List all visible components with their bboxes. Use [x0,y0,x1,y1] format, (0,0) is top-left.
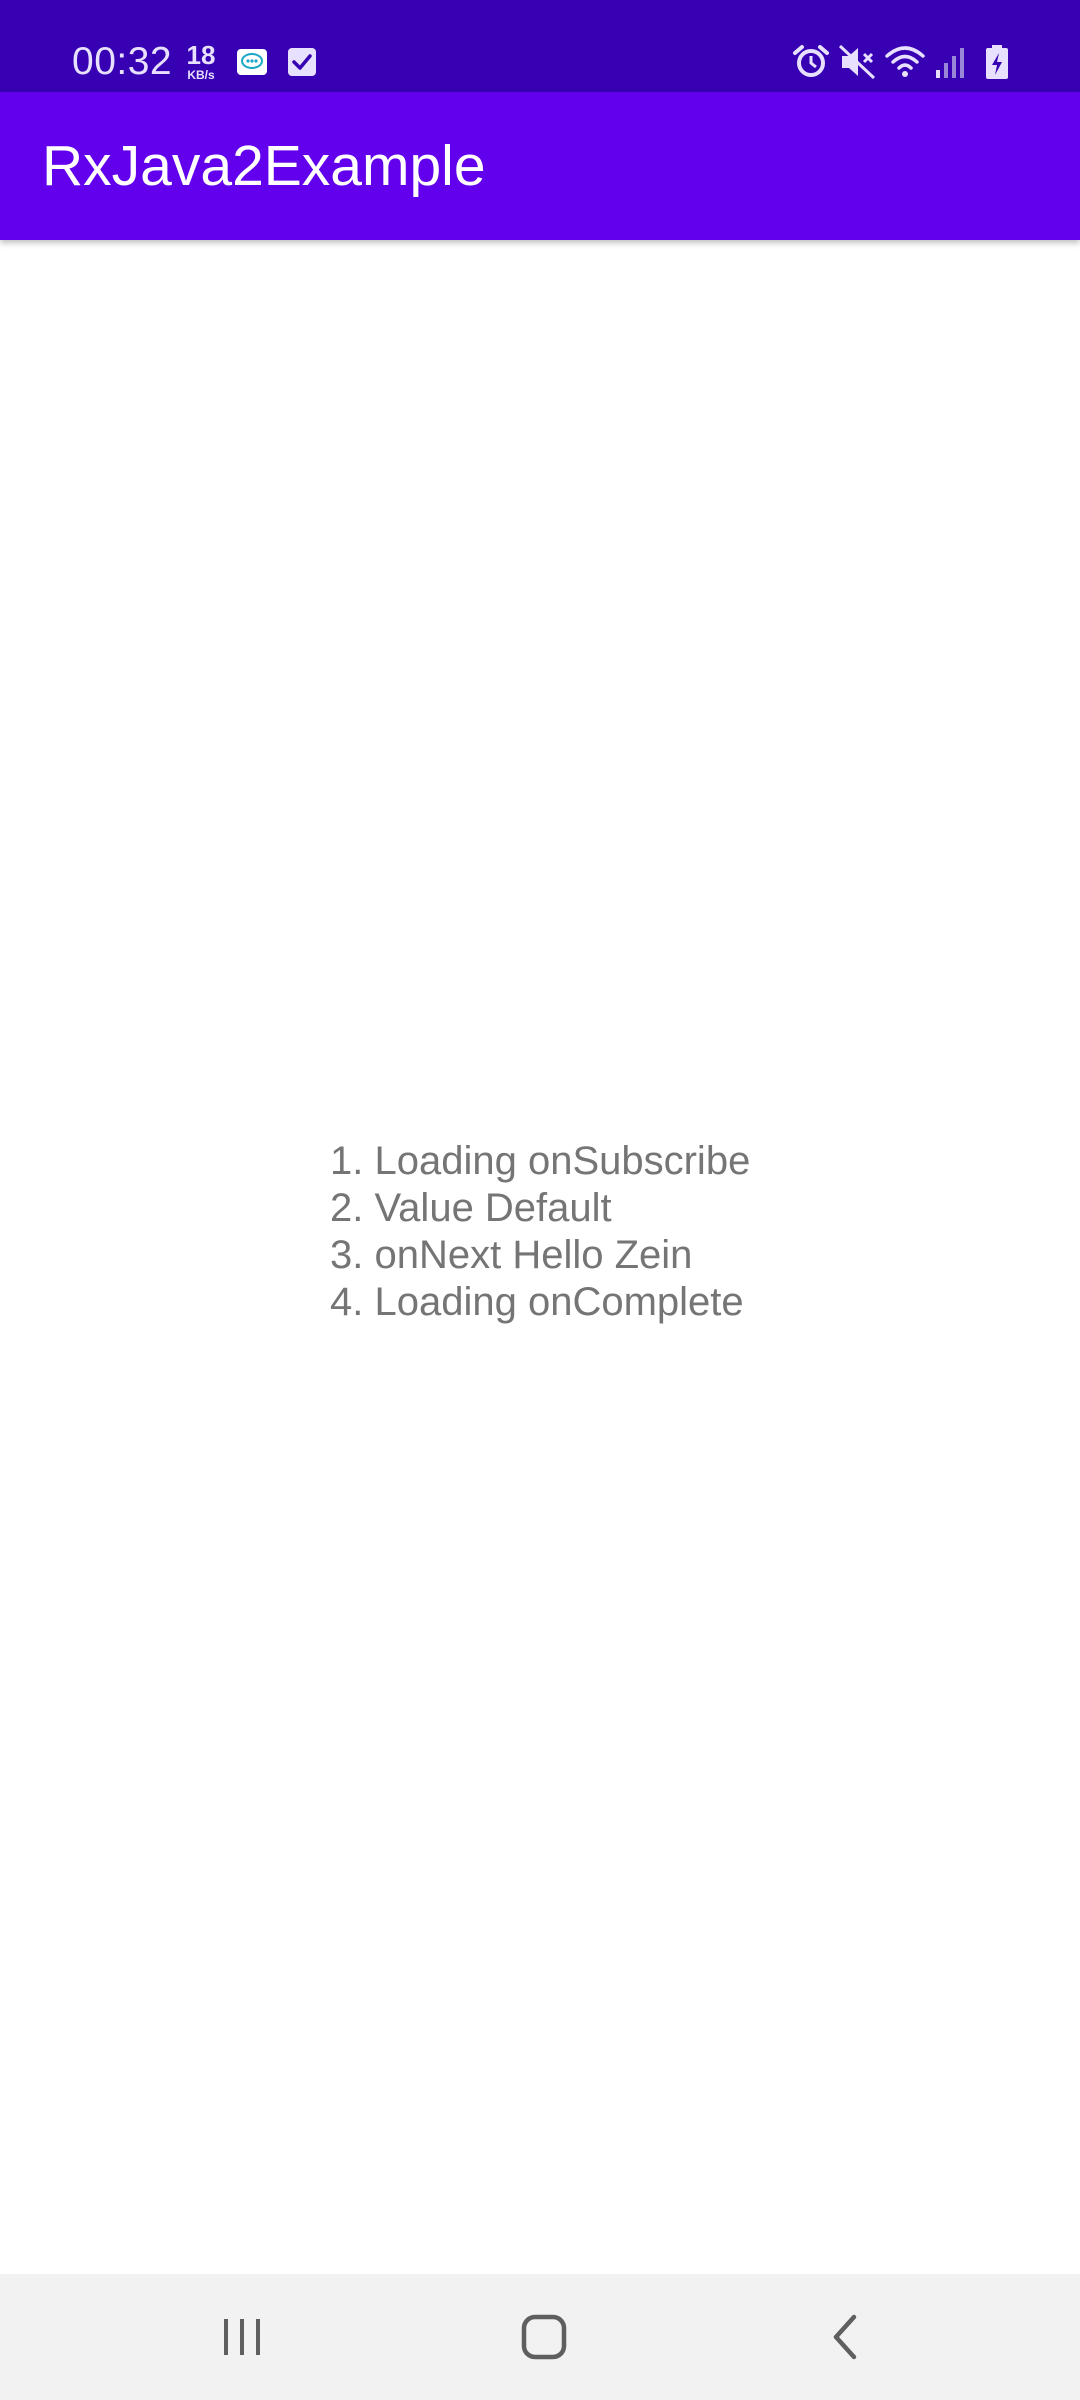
app-title: RxJava2Example [42,134,486,198]
network-speed-indicator: 18 KB/s [180,42,222,81]
log-line: 2. Value Default [330,1186,612,1230]
wifi-icon [885,46,925,77]
navigation-bar [0,2274,1080,2400]
signal-icon [936,48,964,78]
recents-icon[interactable] [212,2307,272,2367]
log-text: 1. Loading onSubscribe 2. Value Default … [330,1138,750,1326]
log-line: 1. Loading onSubscribe [330,1139,751,1183]
battery-charging-icon [986,45,1008,79]
log-line: 4. Loading onComplete [330,1280,744,1324]
checkbox-icon [288,48,316,76]
kakao-icon [237,49,267,75]
status-bar: 00:32 18 KB/s [0,0,1080,92]
network-speed-value: 18 [186,40,216,70]
network-speed-unit: KB/s [187,68,215,82]
home-icon[interactable] [514,2307,574,2367]
back-icon[interactable] [816,2307,876,2367]
mute-icon [838,44,876,80]
alarm-icon [793,45,829,77]
app-bar: RxJava2Example [0,92,1080,240]
log-line: 3. onNext Hello Zein [330,1233,693,1277]
